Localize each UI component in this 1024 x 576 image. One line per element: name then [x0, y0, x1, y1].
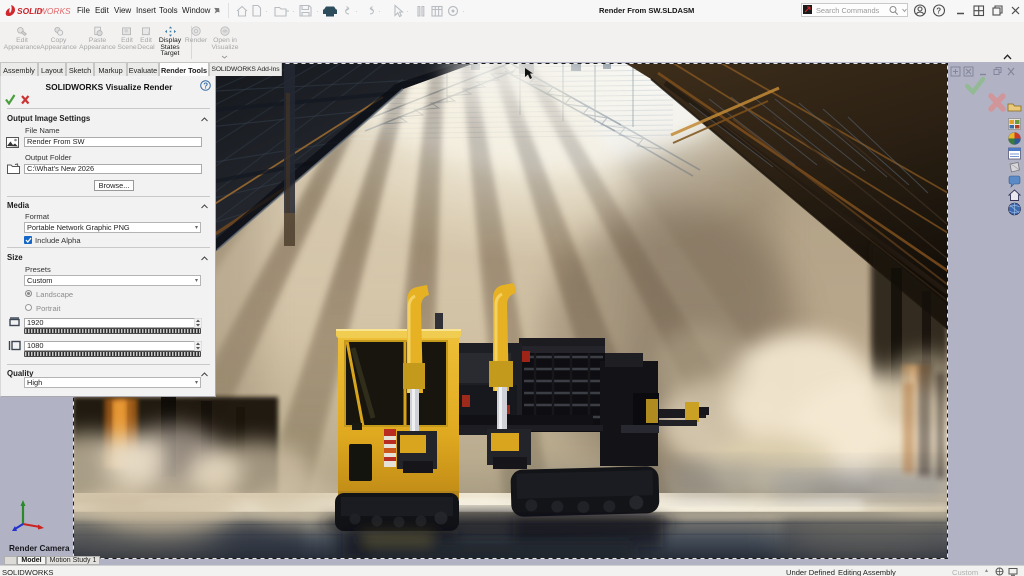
svg-text:WORKS: WORKS — [39, 6, 71, 16]
svg-text:?: ? — [936, 7, 941, 16]
svg-text:Search Commands: Search Commands — [816, 6, 880, 15]
svg-text:·: · — [292, 7, 295, 16]
svg-text:·: · — [378, 7, 381, 16]
svg-text:·: · — [265, 7, 268, 16]
svg-text:·: · — [316, 7, 319, 16]
svg-text:·: · — [462, 7, 465, 16]
svg-text:?: ? — [203, 82, 208, 91]
svg-text:·: · — [355, 7, 358, 16]
svg-text:·: · — [406, 7, 409, 16]
